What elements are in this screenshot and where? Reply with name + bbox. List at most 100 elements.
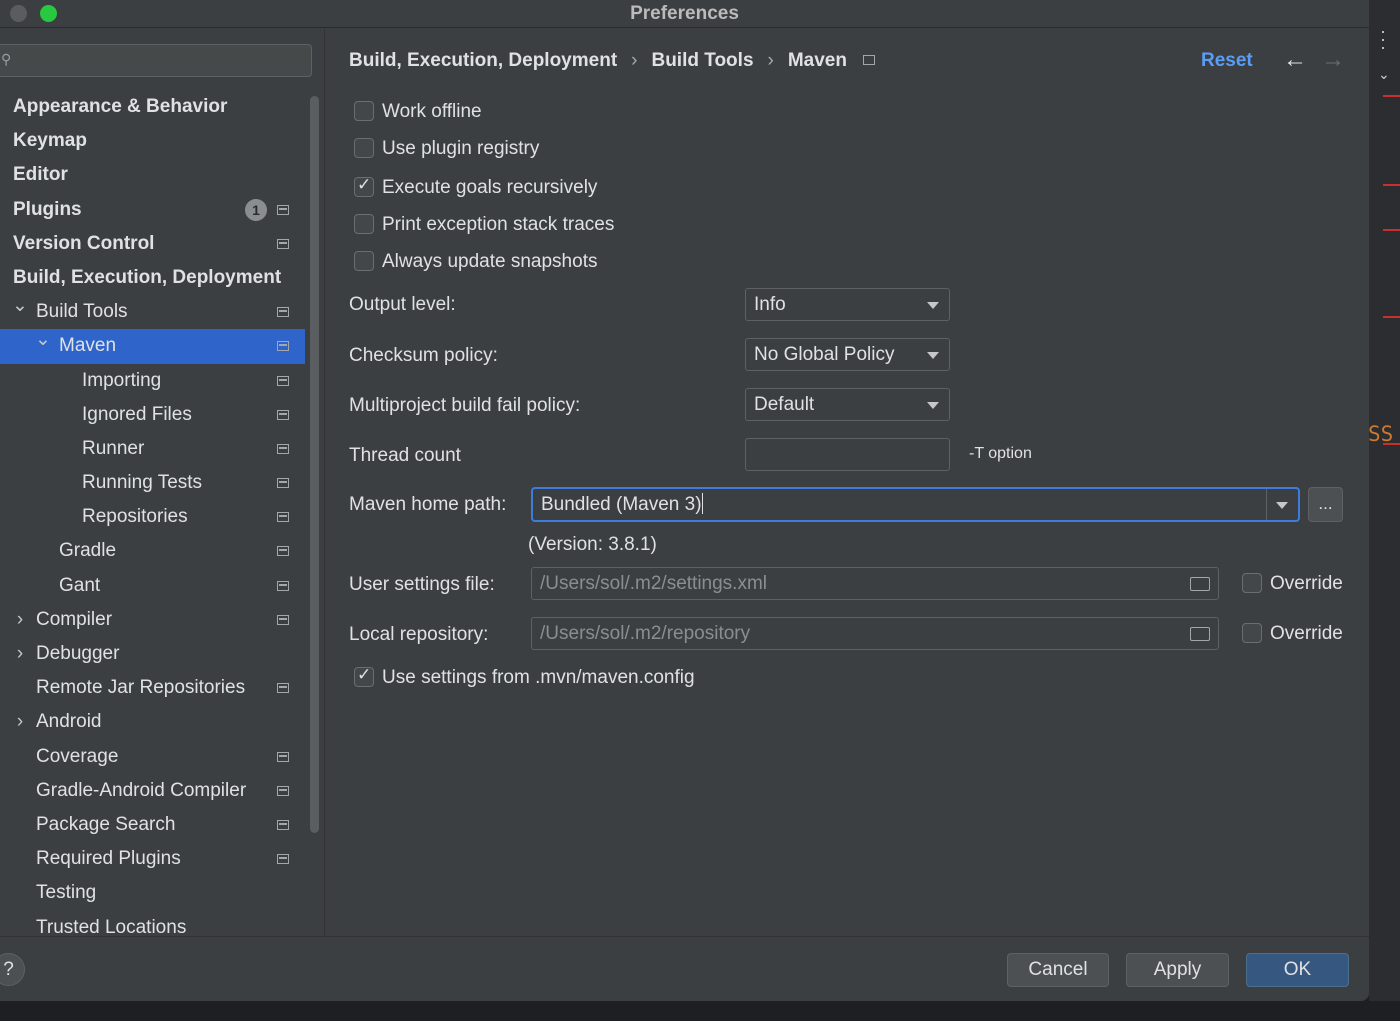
sidebar-item-label: Keymap: [13, 130, 87, 152]
chevron-right-icon[interactable]: ›: [12, 637, 28, 671]
sidebar-item-gant[interactable]: Gant: [0, 569, 305, 603]
sidebar-item-coverage[interactable]: Coverage: [0, 740, 305, 774]
title-bar: Preferences: [0, 0, 1369, 28]
local-repository-override-label[interactable]: Override: [1270, 623, 1343, 645]
breadcrumb: Build, Execution, Deployment › Build Tools…: [349, 50, 875, 72]
arrow-right-icon[interactable]: →: [1321, 46, 1345, 74]
settings-search-field[interactable]: ⚲: [0, 44, 312, 77]
sidebar-item-label: Compiler: [36, 608, 113, 630]
always-update-snapshots-checkbox[interactable]: [354, 251, 374, 271]
chevron-down-icon[interactable]: ⌄: [1378, 66, 1390, 83]
error-stripe-mark[interactable]: [1383, 229, 1400, 231]
error-stripe-mark[interactable]: [1383, 184, 1400, 186]
settings-panel: Build, Execution, Deployment › Build Tools…: [326, 29, 1369, 936]
sidebar-item-gradle[interactable]: Gradle: [0, 534, 305, 568]
always-update-snapshots-label[interactable]: Always update snapshots: [382, 251, 597, 273]
arrow-left-icon[interactable]: ←: [1283, 46, 1307, 74]
thread-count-input[interactable]: [745, 438, 950, 471]
local-repository-input[interactable]: /Users/sol/.m2/repository: [531, 617, 1219, 650]
print-exception-stack-traces-checkbox[interactable]: [354, 214, 374, 234]
sidebar-item-compiler[interactable]: › Compiler: [0, 603, 305, 637]
use-plugin-registry-checkbox[interactable]: [354, 138, 374, 158]
breadcrumb-item[interactable]: Build, Execution, Deployment: [349, 50, 617, 71]
work-offline-checkbox[interactable]: [354, 101, 374, 121]
help-button[interactable]: ?: [0, 953, 25, 986]
chevron-right-icon[interactable]: ›: [12, 603, 28, 637]
multiproject-fail-policy-value: Default: [754, 394, 815, 415]
background-editor-edge: [1369, 0, 1400, 1021]
sidebar-scrollbar[interactable]: [310, 96, 319, 833]
user-settings-override-label[interactable]: Override: [1270, 573, 1343, 595]
output-level-label: Output level:: [349, 294, 456, 315]
use-mvn-config-label[interactable]: Use settings from .mvn/maven.config: [382, 667, 695, 689]
maven-version-text: (Version: 3.8.1): [528, 534, 657, 555]
cancel-button[interactable]: Cancel: [1007, 953, 1109, 987]
apply-button[interactable]: Apply: [1126, 953, 1229, 987]
sidebar-item-testing[interactable]: Testing: [0, 876, 305, 910]
ok-button[interactable]: OK: [1246, 953, 1349, 987]
sidebar-item-label: Maven: [59, 335, 117, 357]
sidebar-item-ignored-files[interactable]: Ignored Files: [0, 398, 305, 432]
project-level-icon: [277, 307, 289, 318]
sidebar-item-label: Gradle: [59, 540, 117, 562]
print-exception-stack-traces-label[interactable]: Print exception stack traces: [382, 214, 614, 236]
project-level-icon: [277, 204, 289, 215]
project-level-icon: [277, 785, 289, 796]
sidebar-item-version-control[interactable]: Version Control: [0, 227, 305, 261]
browse-maven-home-button[interactable]: ...: [1308, 487, 1343, 522]
project-level-icon: [277, 580, 289, 591]
sidebar-item-repositories[interactable]: Repositories: [0, 500, 305, 534]
sidebar-item-label: Gant: [59, 574, 101, 596]
user-settings-override-checkbox[interactable]: [1242, 573, 1262, 593]
chevron-down-icon[interactable]: ⌄: [12, 289, 28, 323]
thread-count-label: Thread count: [349, 445, 461, 466]
sidebar-item-label: Android: [36, 711, 102, 733]
breadcrumb-item: Maven: [787, 50, 847, 71]
sidebar-item-android[interactable]: › Android: [0, 705, 305, 739]
use-mvn-config-checkbox[interactable]: [354, 665, 374, 687]
chevron-right-icon[interactable]: ›: [12, 705, 28, 739]
local-repository-override-checkbox[interactable]: [1242, 623, 1262, 643]
sidebar-item-required-plugins[interactable]: Required Plugins: [0, 842, 305, 876]
text-caret: [701, 493, 704, 514]
sidebar-item-package-search[interactable]: Package Search: [0, 808, 305, 842]
execute-goals-recursively-label[interactable]: Execute goals recursively: [382, 177, 597, 199]
maven-home-combobox[interactable]: Bundled (Maven 3): [531, 487, 1300, 522]
error-stripe-mark[interactable]: [1383, 95, 1400, 97]
execute-goals-recursively-checkbox[interactable]: [354, 175, 374, 197]
checksum-policy-dropdown[interactable]: No Global Policy: [745, 338, 950, 371]
sidebar-item-runner[interactable]: Runner: [0, 432, 305, 466]
reset-button[interactable]: Reset: [1201, 50, 1253, 72]
folder-icon[interactable]: [1190, 577, 1210, 591]
sidebar-item-editor[interactable]: Editor: [0, 158, 305, 192]
sidebar-item-running-tests[interactable]: Running Tests: [0, 466, 305, 500]
project-level-icon: [277, 478, 289, 489]
chevron-down-icon[interactable]: [1276, 502, 1288, 509]
breadcrumb-item[interactable]: Build Tools: [651, 50, 753, 71]
multiproject-fail-policy-dropdown[interactable]: Default: [745, 388, 950, 421]
sidebar-item-appearance-behavior[interactable]: Appearance & Behavior: [0, 90, 305, 124]
sidebar-item-plugins[interactable]: Plugins 1: [0, 193, 305, 227]
sidebar-item-debugger[interactable]: › Debugger: [0, 637, 305, 671]
sidebar-item-gradle-android-compiler[interactable]: Gradle-Android Compiler: [0, 774, 305, 808]
more-options-icon[interactable]: · · ·: [1380, 22, 1386, 56]
user-settings-input[interactable]: /Users/sol/.m2/settings.xml: [531, 567, 1219, 600]
error-stripe-mark[interactable]: [1383, 316, 1400, 318]
work-offline-label[interactable]: Work offline: [382, 101, 482, 123]
sidebar-item-keymap[interactable]: Keymap: [0, 124, 305, 158]
output-level-dropdown[interactable]: Info: [745, 288, 950, 321]
local-repository-label: Local repository:: [349, 624, 489, 645]
sidebar-item-label: Editor: [13, 164, 68, 186]
sidebar-item-importing[interactable]: Importing: [0, 364, 305, 398]
background-code-fragment: SS: [1368, 422, 1394, 446]
project-level-icon: [277, 546, 289, 557]
sidebar-item-remote-jar-repositories[interactable]: Remote Jar Repositories: [0, 671, 305, 705]
folder-icon[interactable]: [1190, 627, 1210, 641]
sidebar-item-label: Repositories: [82, 506, 188, 528]
project-level-icon: [277, 751, 289, 762]
use-plugin-registry-label[interactable]: Use plugin registry: [382, 138, 539, 160]
sidebar-item-build-execution-deployment[interactable]: Build, Execution, Deployment: [0, 261, 305, 295]
chevron-down-icon[interactable]: ⌄: [35, 323, 51, 357]
project-level-icon: [277, 512, 289, 523]
sidebar-item-maven[interactable]: ⌄ Maven: [0, 329, 305, 364]
